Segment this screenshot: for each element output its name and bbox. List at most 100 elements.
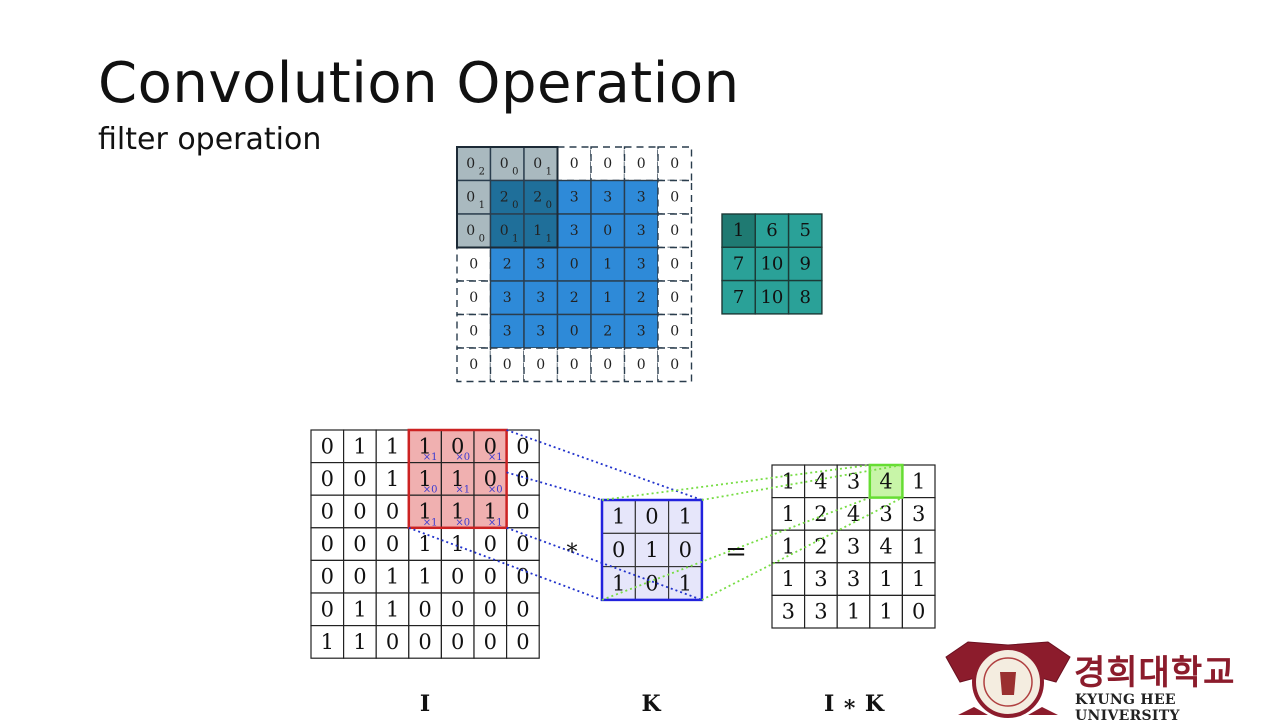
result-value: 1 — [782, 535, 795, 559]
university-emblem-icon — [945, 641, 1071, 718]
result-value: 3 — [847, 567, 860, 591]
padded-cell-value: 0 — [670, 223, 679, 239]
matrix-I-value: 1 — [353, 630, 366, 654]
output-cell-value: 5 — [800, 220, 811, 241]
result-value: 4 — [879, 535, 892, 559]
convolution-diagram: 0 2 0 0 0 1 0 0 0 00 1 2 0 2 0 3 3 3 00 0 0 1 1 1 3 0 3 00 2 3 0 1 3 00 3 3… — [310, 146, 1071, 718]
kernel-weight-subscript: 1 — [546, 166, 552, 177]
result-value: 3 — [814, 600, 827, 624]
result-value: 1 — [847, 600, 860, 624]
matrix-I-value: 0 — [386, 532, 399, 556]
matrix-I-value: 0 — [484, 565, 497, 589]
matrix-I-value: 0 — [353, 467, 366, 491]
kernel-value: 1 — [612, 505, 625, 529]
matrix-I-value: 0 — [321, 597, 334, 621]
result-value: 1 — [912, 535, 925, 559]
padded-cell-value: 0 — [603, 357, 612, 373]
result-value: 3 — [912, 502, 925, 526]
matrix-I-value: 0 — [451, 565, 464, 589]
result-value: 3 — [847, 535, 860, 559]
result-value: 1 — [912, 567, 925, 591]
kernel-value: 1 — [645, 538, 658, 562]
matrix-I-value: 1 — [353, 597, 366, 621]
padded-cell-value: 0 — [533, 156, 542, 172]
result-value: 2 — [814, 502, 827, 526]
matrix-I-value: 0 — [321, 532, 334, 556]
padded-cell-value: 0 — [469, 290, 478, 306]
matrix-I-value: 1 — [386, 434, 399, 458]
result-value: 3 — [814, 567, 827, 591]
matrix-I-value: 0 — [353, 532, 366, 556]
padded-cell-value: 0 — [670, 357, 679, 373]
matrix-I-value: 1 — [451, 532, 464, 556]
kernel-weight-subscript: 2 — [479, 166, 485, 177]
result-value: 2 — [814, 535, 827, 559]
padded-cell-value: 0 — [469, 323, 478, 339]
padded-cell-value: 0 — [503, 357, 512, 373]
output-cell-value: 7 — [733, 287, 744, 308]
kernel-weight-subscript: 1 — [512, 233, 518, 244]
kernel-weight-subscript: 1 — [479, 200, 485, 211]
padded-cell-value: 0 — [570, 156, 579, 172]
matrix-I-value: 1 — [386, 565, 399, 589]
kernel-value: 0 — [679, 538, 692, 562]
university-name-english: KYUNG HEE UNIVERSITY — [1075, 692, 1180, 724]
padded-cell-value: 3 — [503, 290, 512, 306]
padded-cell-value: 0 — [570, 357, 579, 373]
weight-subscript: ×1 — [455, 485, 470, 496]
output-cell-value: 10 — [760, 287, 783, 308]
padded-cell-value: 0 — [570, 256, 579, 272]
padded-cell-value: 0 — [536, 357, 545, 373]
padded-cell-value: 3 — [637, 189, 646, 205]
matrix-I-value: 0 — [321, 565, 334, 589]
output-cell-value: 9 — [800, 253, 811, 274]
matrix-I-value: 1 — [321, 630, 334, 654]
padded-cell-value: 0 — [469, 256, 478, 272]
weight-subscript: ×0 — [488, 485, 503, 496]
padded-cell-value: 3 — [637, 223, 646, 239]
padded-cell-value: 1 — [533, 223, 542, 239]
output-cell-value: 10 — [760, 253, 783, 274]
padded-cell-value: 0 — [466, 223, 475, 239]
padded-cell-value: 1 — [603, 290, 612, 306]
padded-cell-value: 0 — [603, 156, 612, 172]
padded-cell-value: 3 — [536, 290, 545, 306]
padded-cell-value: 2 — [533, 189, 542, 205]
matrix-I-value: 0 — [321, 434, 334, 458]
padded-cell-value: 2 — [570, 290, 579, 306]
matrix-I-value: 0 — [353, 500, 366, 524]
matrix-I-value: 1 — [386, 467, 399, 491]
padded-cell-value: 0 — [500, 223, 509, 239]
padded-cell-value: 3 — [570, 223, 579, 239]
equals-operator: = — [725, 537, 747, 567]
output-cell-value: 6 — [766, 220, 777, 241]
padded-cell-value: 3 — [503, 323, 512, 339]
matrix-I-value: 0 — [451, 597, 464, 621]
padded-cell-value: 2 — [503, 256, 512, 272]
result-value: 3 — [782, 600, 795, 624]
matrix-I-value: 0 — [386, 630, 399, 654]
padded-cell-value: 3 — [536, 256, 545, 272]
padded-cell-value: 2 — [603, 323, 612, 339]
emblem-center-mark — [1000, 672, 1016, 695]
matrix-I-value: 0 — [386, 500, 399, 524]
matrix-I-value: 0 — [516, 434, 529, 458]
result-value: 4 — [879, 469, 892, 493]
matrix-I-value: 1 — [418, 532, 431, 556]
padded-cell-value: 3 — [637, 256, 646, 272]
kernel-value: 0 — [645, 505, 658, 529]
weight-subscript: ×1 — [488, 452, 503, 463]
matrix-I-value: 0 — [418, 597, 431, 621]
kernel-weight-subscript: 0 — [479, 233, 485, 244]
padded-cell-value: 0 — [466, 156, 475, 172]
output-cell-value: 1 — [733, 220, 744, 241]
result-value: 1 — [912, 469, 925, 493]
matrix-I-value: 0 — [516, 597, 529, 621]
output-cell-value: 7 — [733, 253, 744, 274]
padded-cell-value: 3 — [637, 323, 646, 339]
kernel-weight-subscript: 0 — [512, 200, 518, 211]
result-value: 1 — [782, 469, 795, 493]
matrix-I-value: 1 — [353, 434, 366, 458]
padded-cell-value: 0 — [670, 256, 679, 272]
padded-cell-value: 3 — [603, 189, 612, 205]
